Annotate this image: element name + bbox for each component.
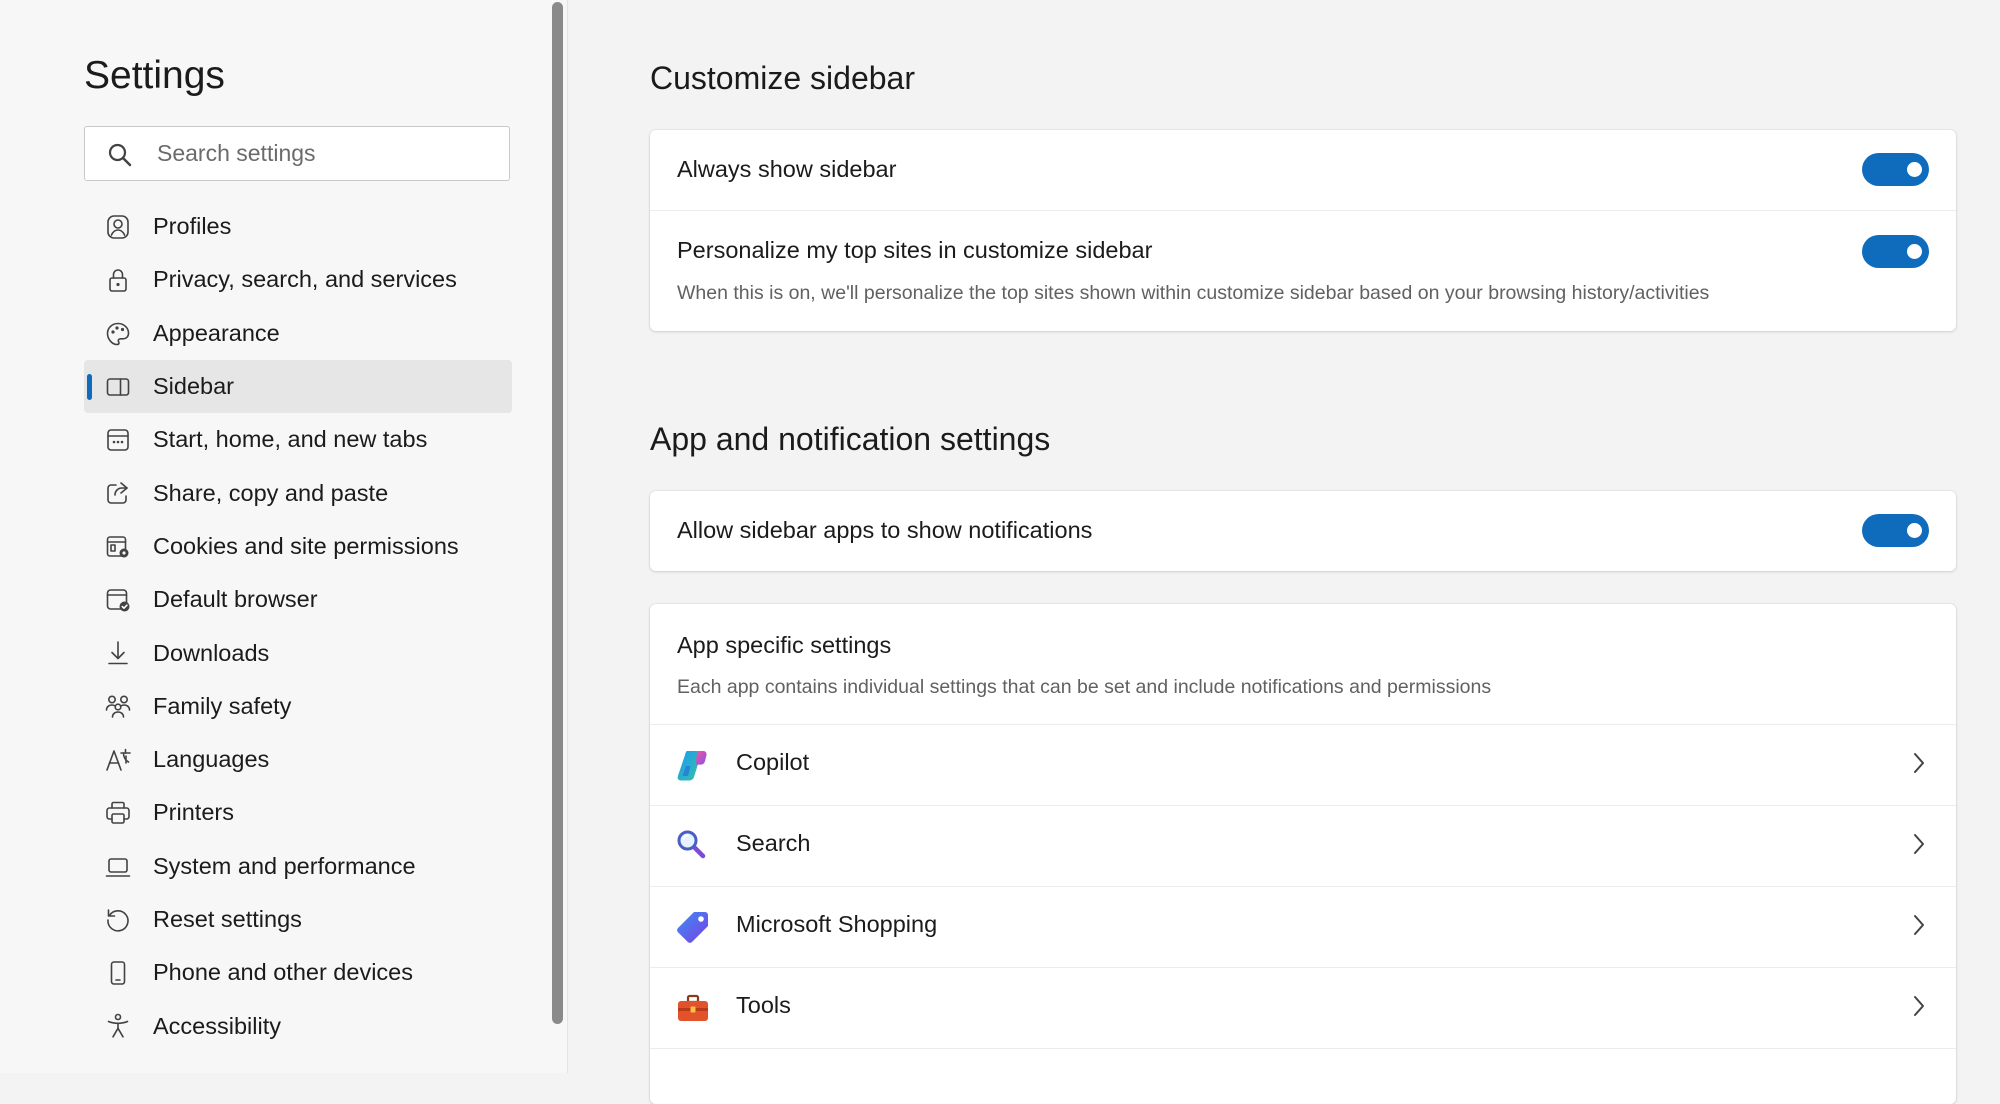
allow-notifications-row: Allow sidebar apps to show notifications (650, 491, 1956, 571)
laptop-icon (105, 857, 131, 877)
nav-item-label: Reset settings (153, 906, 302, 932)
nav-item-label: Share, copy and paste (153, 479, 389, 506)
nav-item-family[interactable]: Family safety (84, 680, 512, 733)
nav-item-label: Phone and other devices (153, 959, 413, 986)
app-list-continuation (650, 1048, 1956, 1088)
personalize-top-sites-description: When this is on, we'll personalize the t… (677, 282, 1710, 304)
browser-icon (106, 589, 130, 612)
nav-item-label: Default browser (153, 586, 318, 613)
palette-icon (106, 322, 130, 345)
nav-item-label: Privacy, search, and services (153, 266, 457, 293)
nav-item-label: Sidebar (153, 373, 234, 400)
nav-item-sidebar[interactable]: Sidebar (84, 359, 512, 414)
app-label: Tools (736, 992, 791, 1018)
toolbox-icon (678, 994, 708, 1021)
nav-item-label: Accessibility (153, 1012, 281, 1039)
nav-list: Profiles Privacy, search, and services A… (84, 200, 512, 1053)
nav-item-languages[interactable]: Languages (84, 733, 512, 786)
nav-scrollbar[interactable] (552, 2, 563, 1024)
search-icon (108, 143, 132, 167)
share-icon (107, 482, 128, 505)
always-show-sidebar-row: Always show sidebar (650, 130, 1956, 210)
sidebar-icon (106, 378, 130, 396)
nav-item-label: Family safety (153, 692, 292, 719)
customize-sidebar-title: Customize sidebar (650, 60, 915, 96)
notifications-card: Allow sidebar apps to show notifications (650, 491, 1956, 571)
chevron-right-icon (1914, 753, 1924, 773)
nav-item-cookies[interactable]: Cookies and site permissions (84, 520, 512, 573)
app-specific-settings-card: App specific settings Each app contains … (650, 604, 1956, 1104)
download-icon (108, 641, 128, 665)
page-title: Settings (84, 54, 225, 97)
app-row-search[interactable]: Search (650, 805, 1956, 886)
cookies-icon (106, 535, 129, 558)
accessibility-icon (107, 1014, 129, 1039)
app-row-microsoft-shopping[interactable]: Microsoft Shopping (650, 886, 1956, 967)
nav-item-share[interactable]: Share, copy and paste (84, 466, 512, 519)
chevron-right-icon (1914, 834, 1924, 854)
lock-icon (109, 269, 127, 293)
always-show-sidebar-label: Always show sidebar (677, 156, 897, 182)
nav-item-system[interactable]: System and performance (84, 840, 512, 893)
personalize-top-sites-toggle[interactable] (1862, 235, 1929, 268)
nav-item-label: Appearance (153, 319, 280, 346)
allow-notifications-toggle[interactable] (1862, 514, 1929, 547)
nav-item-label: Profiles (153, 213, 232, 240)
reset-icon (107, 909, 129, 932)
search-input[interactable] (157, 127, 497, 180)
nav-item-default-browser[interactable]: Default browser (84, 573, 512, 626)
personalize-top-sites-label: Personalize my top sites in customize si… (677, 237, 1153, 263)
app-label: Microsoft Shopping (736, 911, 938, 937)
copilot-icon (677, 751, 707, 781)
app-row-tools[interactable]: Tools (650, 967, 1956, 1048)
nav-item-accessibility[interactable]: Accessibility (84, 999, 512, 1052)
app-specific-header-row: App specific settings Each app contains … (650, 604, 1956, 724)
nav-item-label: System and performance (153, 852, 416, 879)
nav-item-appearance[interactable]: Appearance (84, 307, 512, 360)
nav-item-profiles[interactable]: Profiles (84, 200, 512, 253)
nav-item-privacy[interactable]: Privacy, search, and services (84, 253, 512, 306)
settings-nav: Settings Profiles Privacy, search, and s… (0, 0, 568, 1073)
always-show-sidebar-toggle[interactable] (1862, 153, 1929, 186)
nav-item-phone[interactable]: Phone and other devices (84, 946, 512, 999)
app-specific-label: App specific settings (677, 632, 892, 658)
app-label: Search (736, 830, 811, 856)
chevron-right-icon (1914, 915, 1924, 935)
phone-icon (110, 961, 126, 985)
nav-item-label: Printers (153, 799, 234, 826)
shopping-tag-icon (677, 912, 708, 943)
allow-notifications-label: Allow sidebar apps to show notifications (677, 517, 1093, 543)
printer-icon (106, 801, 130, 825)
profile-icon (107, 215, 129, 239)
languages-icon (106, 748, 131, 771)
magnifier-icon (677, 830, 706, 859)
chevron-right-icon (1914, 996, 1924, 1016)
customize-sidebar-card: Always show sidebar Personalize my top s… (650, 130, 1956, 331)
app-row-copilot[interactable]: Copilot (650, 724, 1956, 805)
nav-item-label: Cookies and site permissions (153, 532, 459, 559)
personalize-top-sites-row: Personalize my top sites in customize si… (650, 210, 1956, 331)
nav-item-downloads[interactable]: Downloads (84, 626, 512, 679)
family-icon (105, 695, 131, 718)
nav-item-label: Start, home, and new tabs (153, 426, 428, 453)
home-tabs-icon (107, 429, 129, 451)
nav-item-start-home[interactable]: Start, home, and new tabs (84, 413, 512, 466)
search-box[interactable] (84, 126, 510, 181)
app-label: Copilot (736, 749, 810, 775)
nav-item-label: Languages (153, 746, 270, 773)
nav-item-label: Downloads (153, 639, 270, 666)
app-specific-description: Each app contains individual settings th… (677, 676, 1492, 698)
app-notification-settings-title: App and notification settings (650, 421, 1051, 457)
nav-item-printers[interactable]: Printers (84, 786, 512, 839)
nav-item-reset[interactable]: Reset settings (84, 893, 512, 946)
